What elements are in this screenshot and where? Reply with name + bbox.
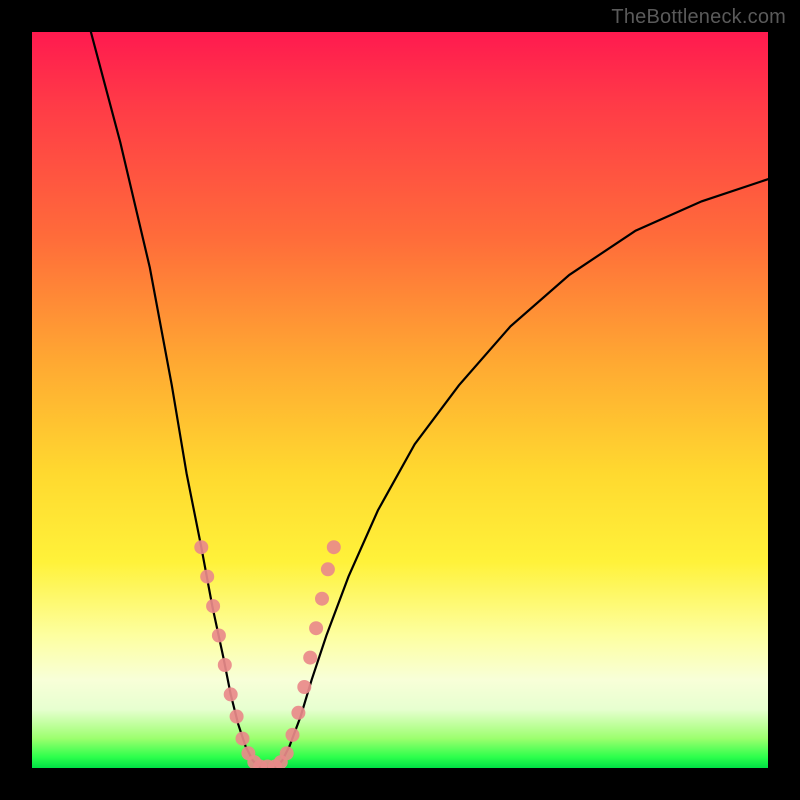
marker-dot	[212, 629, 226, 643]
plot-area	[32, 32, 768, 768]
marker-dot	[297, 680, 311, 694]
marker-dot	[309, 621, 323, 635]
marker-dot	[286, 728, 300, 742]
marker-dot	[291, 706, 305, 720]
marker-dot	[230, 710, 244, 724]
bottleneck-v-curve	[91, 32, 768, 768]
marker-dot	[321, 562, 335, 576]
marker-dot	[194, 540, 208, 554]
marker-dot	[280, 746, 294, 760]
marker-dot	[224, 687, 238, 701]
marker-dot	[206, 599, 220, 613]
marker-dot	[327, 540, 341, 554]
marker-dot	[315, 592, 329, 606]
chart-svg	[32, 32, 768, 768]
watermark-text: TheBottleneck.com	[611, 6, 786, 29]
chart-frame: TheBottleneck.com	[0, 0, 800, 800]
marker-dot	[236, 732, 250, 746]
marker-dot	[303, 651, 317, 665]
marker-dots-group	[194, 540, 340, 768]
marker-dot	[200, 570, 214, 584]
marker-dot	[218, 658, 232, 672]
